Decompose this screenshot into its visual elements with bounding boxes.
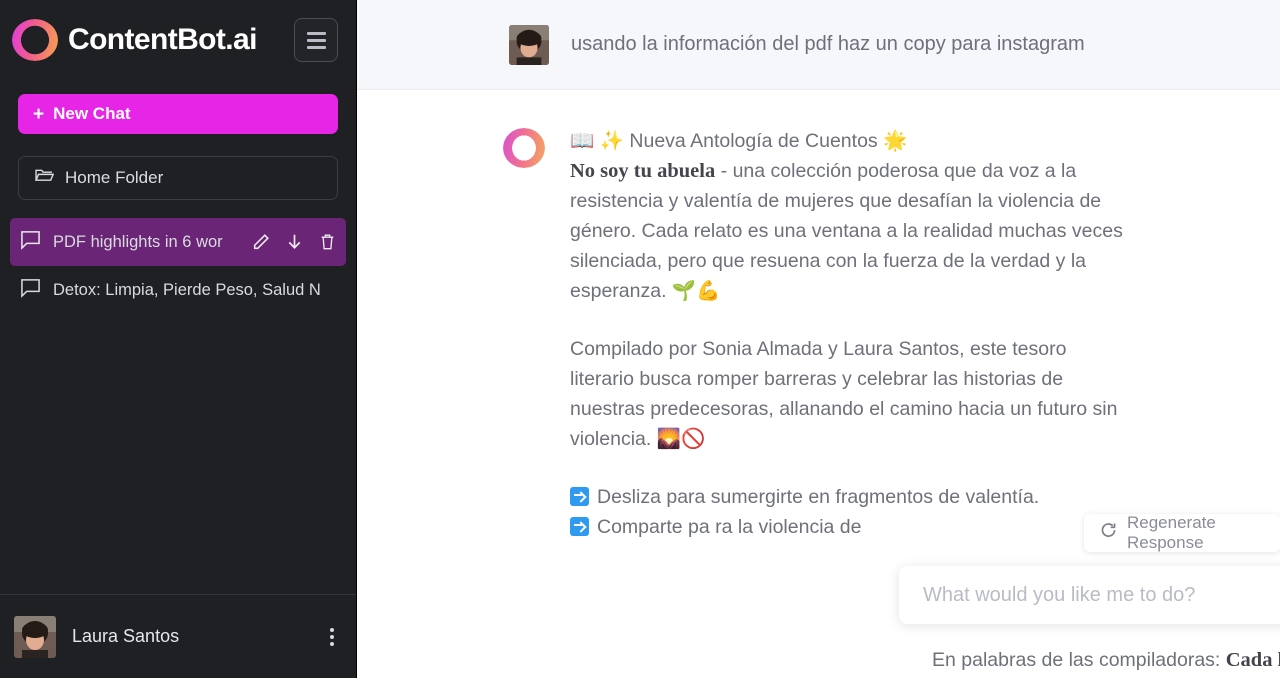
tail-bold: Cada letra en estas bbox=[1225, 649, 1280, 671]
assistant-paragraph-2: Compilado por Sonia Almada y Laura Santo… bbox=[570, 334, 1132, 454]
avatar bbox=[509, 24, 549, 65]
book-emoji: 📖 bbox=[570, 129, 595, 152]
regenerate-response-button[interactable]: Regenerate Response bbox=[1084, 513, 1280, 552]
book-title: No soy tu abuela bbox=[570, 160, 716, 182]
assistant-avatar-icon bbox=[503, 128, 545, 168]
pencil-icon[interactable] bbox=[252, 233, 270, 251]
brand-title: ContentBot.ai bbox=[68, 23, 257, 56]
seedling-flex-emoji: 🌱💪 bbox=[671, 279, 721, 302]
assistant-message-row: 📖 ✨ Nueva Antología de Cuentos 🌟 No soy … bbox=[357, 90, 1280, 542]
hamburger-menu-icon[interactable] bbox=[294, 18, 338, 62]
assistant-bullet-1-text: Desliza para sumergirte en fragmentos de… bbox=[597, 486, 1040, 508]
sidebar-body: + New Chat Home Folder PDF highlights in… bbox=[0, 80, 356, 314]
contentbot-logo-icon bbox=[12, 19, 58, 61]
plus-icon: + bbox=[33, 103, 45, 125]
composer bbox=[899, 566, 1280, 624]
assistant-tail-line: En palabras de las compiladoras: Cada le… bbox=[932, 645, 1280, 675]
chat-input[interactable] bbox=[923, 583, 1280, 607]
chat-bubble-icon bbox=[20, 230, 41, 255]
chat-title: PDF highlights in 6 wor bbox=[53, 232, 223, 251]
main-content: usando la información del pdf haz un cop… bbox=[357, 0, 1280, 678]
sidebar-user-footer[interactable]: Laura Santos bbox=[0, 594, 356, 678]
new-chat-button[interactable]: + New Chat bbox=[18, 94, 338, 134]
kebab-menu-icon[interactable] bbox=[330, 627, 334, 646]
user-message-text: usando la información del pdf haz un cop… bbox=[571, 33, 1085, 55]
assistant-bullets: Desliza para sumergirte en fragmentos de… bbox=[570, 482, 1132, 542]
refresh-icon bbox=[1100, 522, 1117, 544]
avatar bbox=[14, 615, 56, 658]
right-arrow-icon bbox=[570, 517, 589, 536]
tail-prefix: En palabras de las compiladoras: bbox=[932, 649, 1226, 671]
sidebar-header: ContentBot.ai bbox=[0, 0, 356, 80]
composer-box bbox=[899, 566, 1280, 624]
assistant-bullet-1: Desliza para sumergirte en fragmentos de… bbox=[570, 482, 1132, 512]
chat-bubble-icon bbox=[20, 278, 41, 303]
user-message-row: usando la información del pdf haz un cop… bbox=[357, 0, 1280, 90]
user-name: Laura Santos bbox=[72, 626, 180, 646]
assistant-bullet-2-text: Comparte pa ra la violencia de bbox=[597, 516, 862, 538]
assistant-paragraph-1: 📖 ✨ Nueva Antología de Cuentos 🌟 No soy … bbox=[570, 126, 1132, 306]
chat-list: PDF highlights in 6 wor Detox: Limpia, P… bbox=[10, 218, 346, 314]
new-chat-label: New Chat bbox=[53, 104, 131, 123]
assistant-paragraph-2-text: Compilado por Sonia Almada y Laura Santo… bbox=[570, 338, 1118, 450]
trash-icon[interactable] bbox=[319, 233, 336, 251]
folder-icon bbox=[35, 168, 55, 188]
star-emoji: 🌟 bbox=[883, 129, 908, 152]
app-root: ContentBot.ai + New Chat Home Folder PDF… bbox=[0, 0, 1280, 678]
assistant-heading: Nueva Antología de Cuentos bbox=[629, 130, 878, 152]
right-arrow-icon bbox=[570, 487, 589, 506]
home-folder-label: Home Folder bbox=[65, 168, 164, 187]
home-folder-item[interactable]: Home Folder bbox=[18, 156, 338, 200]
sparkle-emoji: ✨ bbox=[599, 129, 624, 152]
mountain-prohibited-emoji: 🌄🚫 bbox=[656, 427, 706, 450]
assistant-bullet-2: Comparte pa ra la violencia de bbox=[570, 512, 1132, 542]
sidebar: ContentBot.ai + New Chat Home Folder PDF… bbox=[0, 0, 357, 678]
chat-list-item[interactable]: Detox: Limpia, Pierde Peso, Salud N bbox=[10, 266, 346, 314]
download-icon[interactable] bbox=[286, 233, 303, 251]
chat-actions bbox=[252, 233, 336, 251]
assistant-message-body: 📖 ✨ Nueva Antología de Cuentos 🌟 No soy … bbox=[570, 126, 1132, 542]
chat-list-item-active[interactable]: PDF highlights in 6 wor bbox=[10, 218, 346, 266]
regenerate-response-label: Regenerate Response bbox=[1127, 513, 1216, 552]
chat-title: Detox: Limpia, Pierde Peso, Salud N bbox=[53, 280, 321, 299]
